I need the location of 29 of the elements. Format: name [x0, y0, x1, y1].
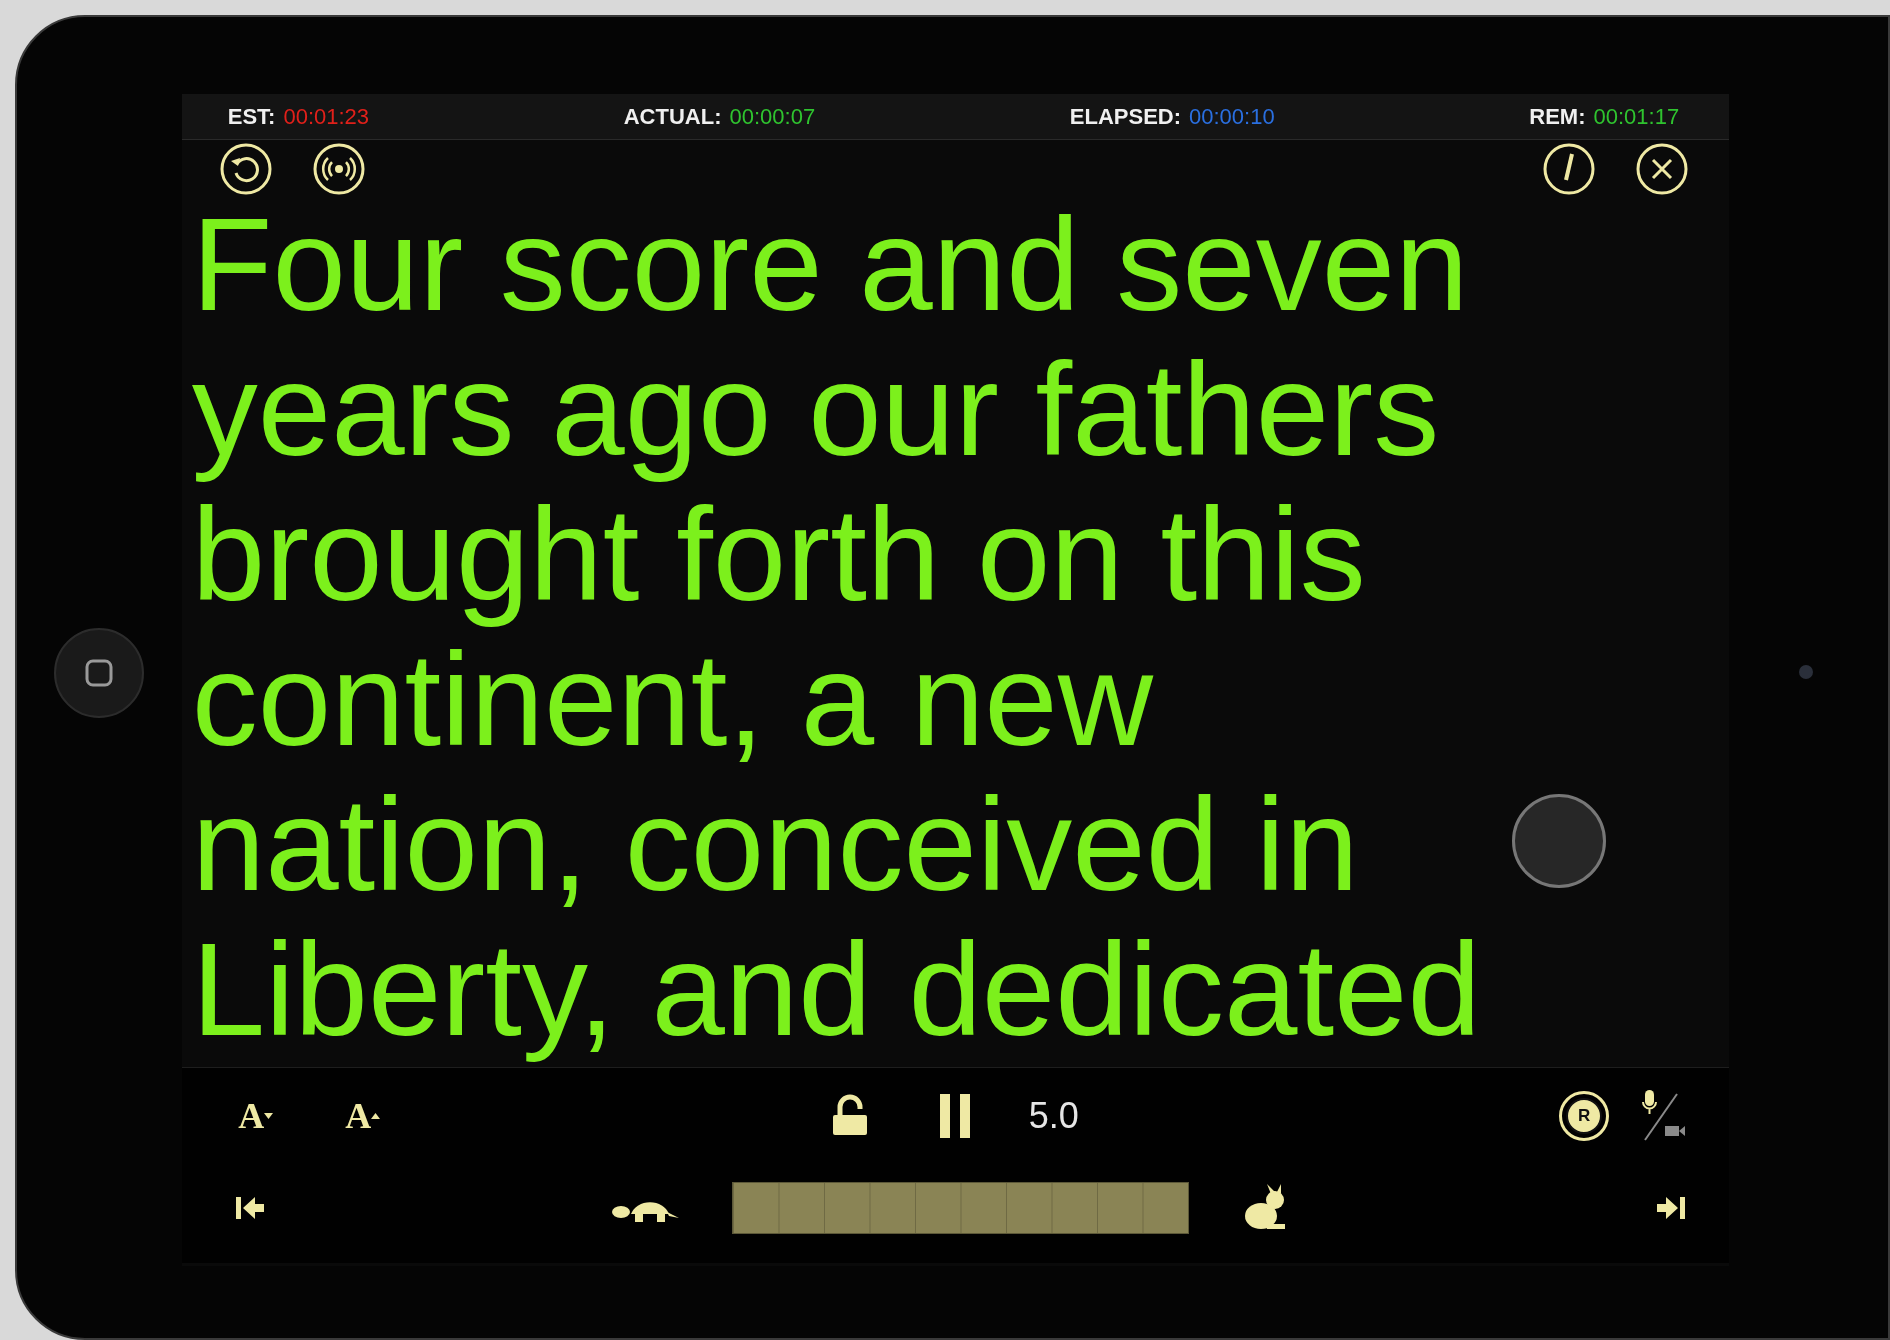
skip-to-end-icon[interactable]	[1655, 1194, 1688, 1222]
timer-label: EST:	[227, 103, 276, 131]
skip-to-start-icon[interactable]	[233, 1194, 266, 1222]
script-line: years ago our fathers	[191, 337, 1440, 482]
timer-value: 00:01:17	[1593, 103, 1680, 131]
close-icon[interactable]	[1635, 142, 1690, 196]
speed-value: 5.0	[1028, 1094, 1079, 1138]
timer-value: 00:00:07	[729, 103, 816, 131]
timer-label: REM:	[1529, 103, 1586, 131]
caret-icon	[371, 1112, 381, 1120]
font-smaller-button[interactable]: A	[227, 1088, 284, 1144]
timer-value: 00:00:10	[1189, 103, 1275, 131]
camera-lens	[1799, 664, 1814, 679]
script-line: Liberty, and dedicated	[191, 917, 1481, 1062]
pencil-icon[interactable]	[1542, 142, 1597, 196]
speed-slider[interactable]	[731, 1182, 1189, 1234]
timer-value: 00:01:23	[283, 103, 370, 131]
script-line: brought forth on this	[191, 482, 1366, 627]
record-button[interactable]: R	[1559, 1091, 1610, 1141]
square-icon	[84, 657, 115, 688]
timer-label: ELAPSED:	[1069, 103, 1182, 131]
broadcast-icon[interactable]	[311, 142, 366, 196]
caret-icon	[264, 1112, 274, 1120]
refresh-icon[interactable]	[218, 142, 273, 196]
script-line: Four score and seven	[191, 192, 1469, 337]
script-line: continent, a new	[191, 627, 1154, 772]
font-larger-button[interactable]: A	[334, 1088, 391, 1144]
script-line: nation, conceived in	[191, 772, 1359, 917]
timer-label: ACTUAL:	[623, 103, 722, 131]
